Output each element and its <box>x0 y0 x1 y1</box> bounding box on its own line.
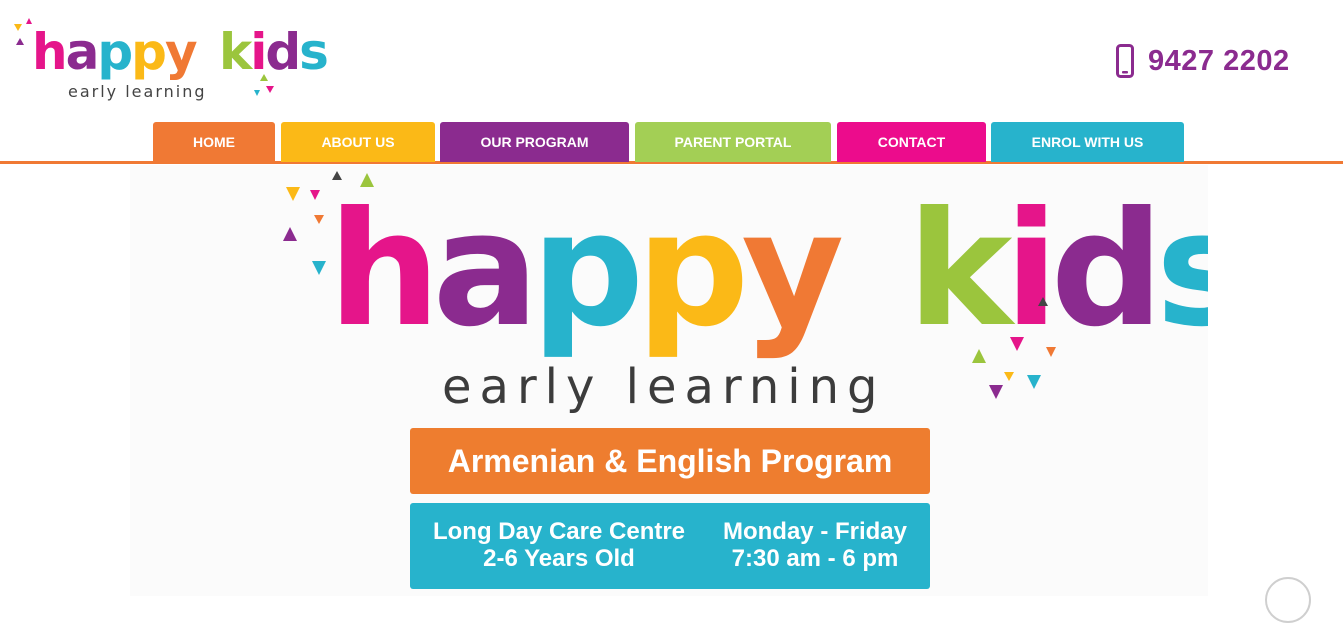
nav-about-us[interactable]: ABOUT US <box>281 122 435 162</box>
care-type: Long Day Care Centre <box>432 518 686 545</box>
confetti-icon <box>16 38 24 45</box>
confetti-icon <box>1027 375 1041 389</box>
confetti-icon <box>286 187 300 201</box>
confetti-icon <box>989 385 1003 399</box>
opening-days: Monday - Friday <box>722 518 908 545</box>
phone-number: 9427 2202 <box>1148 44 1290 77</box>
wordmark-letter <box>836 178 883 362</box>
banner-logo-subtitle: early learning <box>442 359 886 415</box>
confetti-icon <box>1004 372 1014 381</box>
wordmark-letter: i <box>250 23 267 81</box>
nav-our-program-label: OUR PROGRAM <box>480 134 589 150</box>
logo-subtitle: early learning <box>68 82 207 101</box>
wordmark-letter: h <box>32 23 68 81</box>
wordmark-letter: p <box>636 178 749 362</box>
confetti-icon <box>360 173 374 187</box>
wordmark-letter: y <box>741 178 844 362</box>
wordmark-letter: a <box>432 178 539 362</box>
confetti-icon <box>254 90 260 96</box>
opening-hours: 7:30 am - 6 pm <box>731 545 899 572</box>
phone-contact[interactable]: 9427 2202 <box>1116 44 1290 78</box>
mobile-phone-icon <box>1116 44 1134 78</box>
confetti-icon <box>310 190 320 200</box>
wordmark-letter: k <box>907 178 1012 362</box>
wordmark-letter: s <box>299 23 329 81</box>
wordmark-letter: h <box>328 178 441 362</box>
site-logo[interactable]: happy kids early learning <box>14 18 329 104</box>
nav-home[interactable]: HOME <box>153 122 275 162</box>
nav-our-program[interactable]: OUR PROGRAM <box>440 122 629 162</box>
nav-contact[interactable]: CONTACT <box>837 122 986 162</box>
nav-contact-label: CONTACT <box>877 134 946 150</box>
confetti-icon <box>1010 337 1024 351</box>
wordmark-letter: k <box>218 23 252 81</box>
nav-home-label: HOME <box>193 134 235 150</box>
wordmark-letter: i <box>1004 178 1058 362</box>
confetti-icon <box>260 74 268 81</box>
wordmark-letter <box>196 23 211 81</box>
confetti-icon <box>332 171 342 180</box>
confetti-icon <box>14 24 22 31</box>
wordmark-letter: p <box>131 23 167 81</box>
program-title: Armenian & English Program <box>447 442 893 479</box>
confetti-icon <box>312 261 326 275</box>
hours-info: Monday - Friday 7:30 am - 6 pm <box>708 518 922 572</box>
wordmark-letter: a <box>65 23 100 81</box>
nav-parent-portal[interactable]: PARENT PORTAL <box>635 122 831 162</box>
wordmark-letter: d <box>1050 178 1164 362</box>
scroll-to-top-icon[interactable] <box>1265 577 1311 623</box>
nav-parent-portal-label: PARENT PORTAL <box>674 134 792 150</box>
confetti-icon <box>26 18 32 24</box>
confetti-icon <box>314 215 324 224</box>
confetti-icon <box>283 227 297 241</box>
wordmark-letter: p <box>531 178 644 362</box>
wordmark-letter: s <box>1155 178 1208 362</box>
wordmark-letter: d <box>265 23 301 81</box>
hero-banner: happy kids early learning Armenian & Eng… <box>130 165 1208 596</box>
banner-logo-wordmark: happy kids <box>328 175 1208 365</box>
confetti-icon <box>1046 347 1056 357</box>
program-banner: Armenian & English Program <box>410 428 930 494</box>
nav-enrol-with-us-label: ENROL WITH US <box>1031 134 1144 150</box>
confetti-icon <box>1038 297 1048 306</box>
logo-wordmark: happy kids <box>32 22 329 82</box>
main-nav: HOME ABOUT US OUR PROGRAM PARENT PORTAL … <box>0 122 1343 165</box>
wordmark-letter: p <box>97 23 133 81</box>
age-range: 2-6 Years Old <box>483 545 635 572</box>
care-info: Long Day Care Centre 2-6 Years Old <box>424 518 694 572</box>
nav-enrol-with-us[interactable]: ENROL WITH US <box>991 122 1184 162</box>
confetti-icon <box>972 349 986 363</box>
nav-about-us-label: ABOUT US <box>321 134 395 150</box>
wordmark-letter: y <box>164 23 198 81</box>
confetti-icon <box>266 86 274 93</box>
info-banner: Long Day Care Centre 2-6 Years Old Monda… <box>410 503 930 589</box>
